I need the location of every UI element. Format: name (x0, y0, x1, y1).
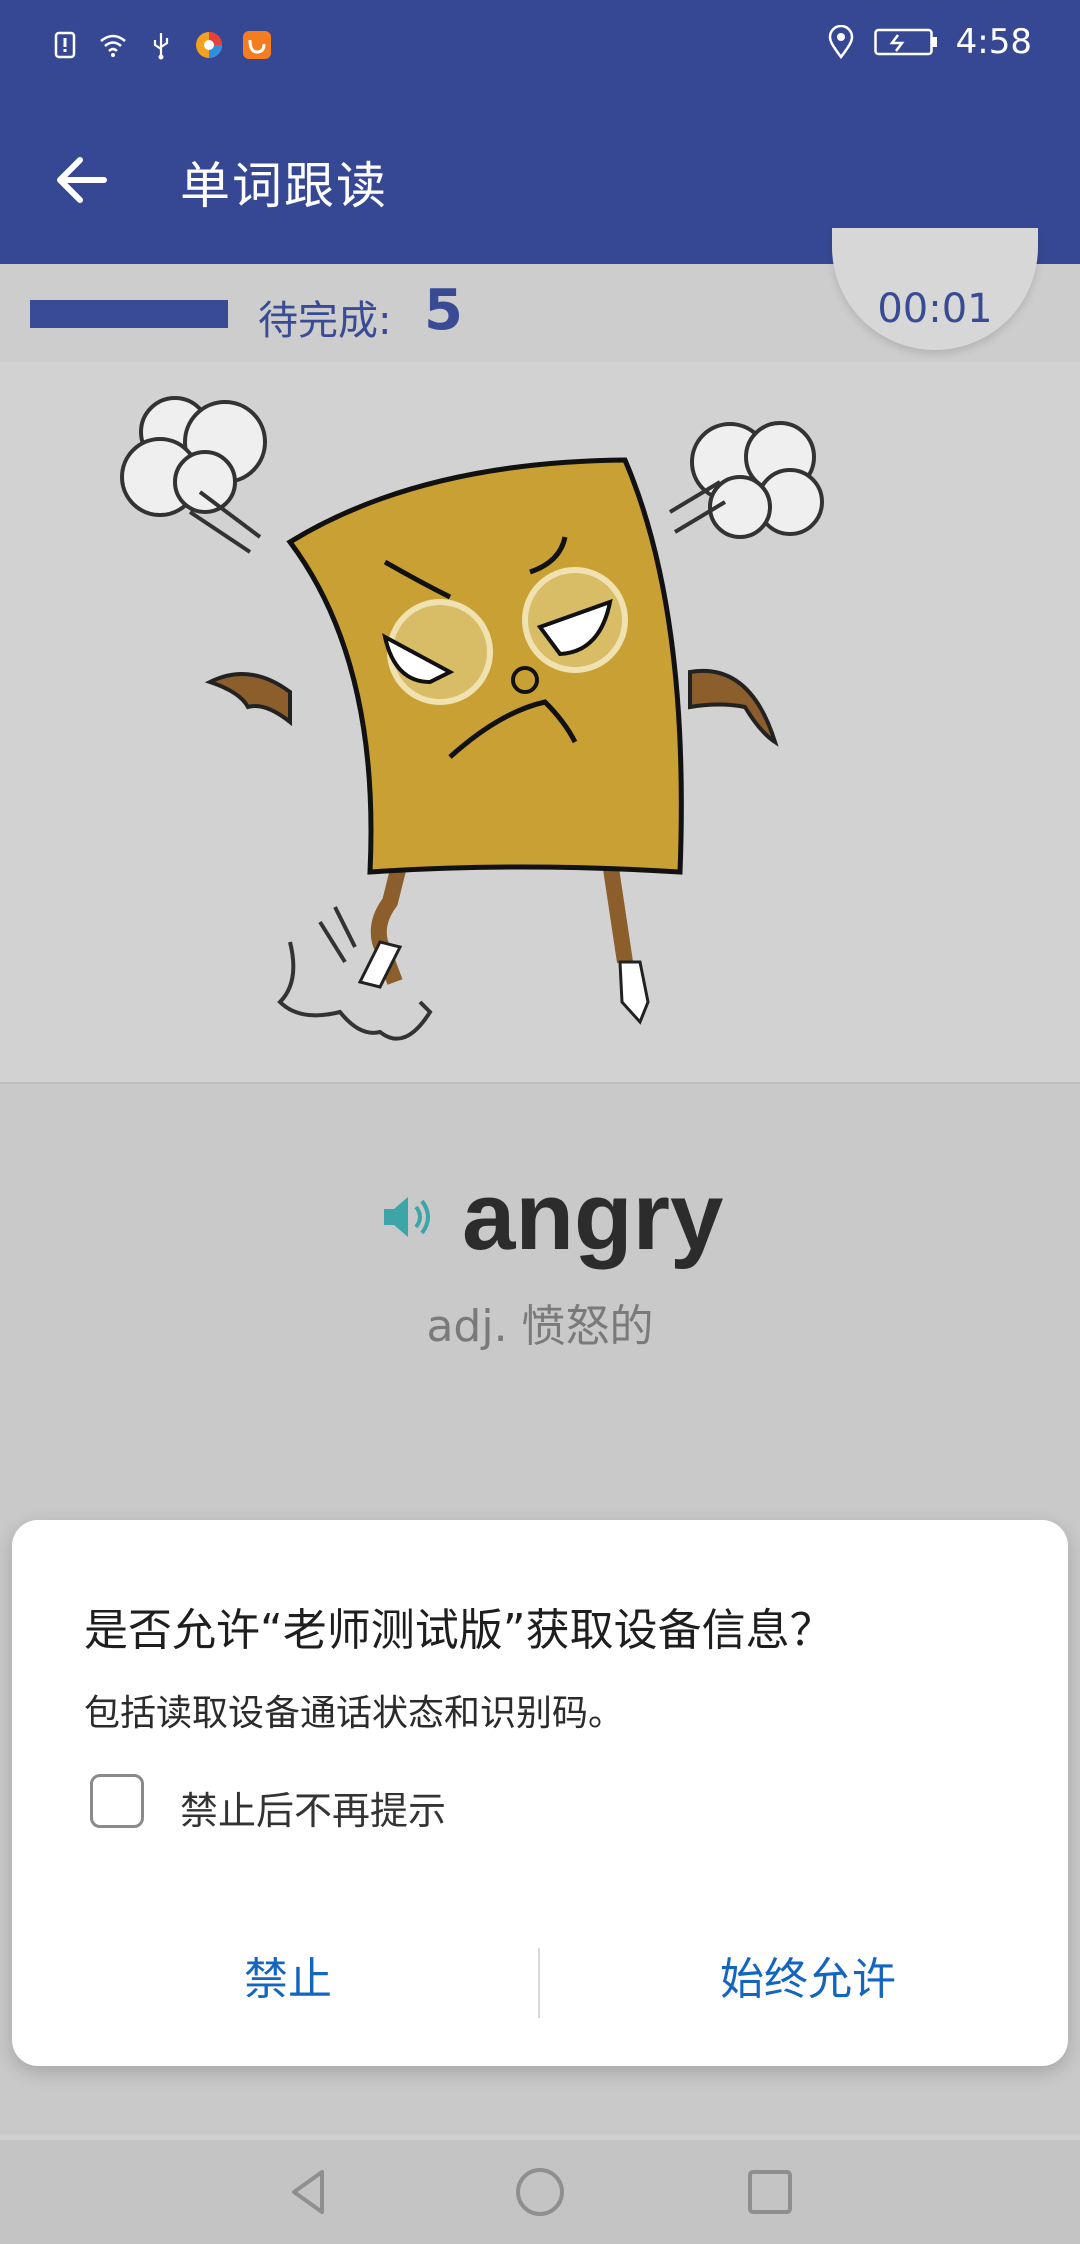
word-text: angry (462, 1163, 724, 1270)
button-divider (538, 1948, 540, 2018)
back-arrow-icon[interactable] (40, 138, 124, 222)
word-meaning: adj. 愤怒的 (426, 1301, 654, 1352)
status-right: 4:58 (826, 22, 1032, 62)
timer-bubble: 00:01 (832, 228, 1038, 350)
word-illustration (0, 362, 1080, 1082)
status-bar: 4:58 (0, 0, 1080, 96)
location-icon (828, 25, 853, 59)
progress-bar (30, 300, 228, 328)
always-allow-button[interactable]: 始终允许 (548, 1930, 1068, 2030)
wifi-icon (100, 34, 126, 57)
speaker-icon[interactable] (380, 1187, 440, 1247)
permission-dialog: 是否允许“老师测试版”获取设备信息？ 包括读取设备通话状态和识别码。 禁止后不再… (12, 1520, 1068, 2066)
deny-button[interactable]: 禁止 (28, 1930, 548, 2030)
dialog-title: 是否允许“老师测试版”获取设备信息？ (84, 1605, 834, 1656)
system-nav-bar (0, 2140, 1080, 2244)
browser-app-icon (196, 32, 222, 58)
dialog-subtitle: 包括读取设备通话状态和识别码。 (84, 1693, 625, 1734)
pending-count: 5 (424, 278, 463, 343)
uc-browser-icon (243, 31, 271, 59)
page-title: 单词跟读 (180, 157, 388, 215)
battery-icon (873, 28, 937, 56)
word-panel: angry adj. 愤怒的 (0, 1084, 1080, 1504)
dont-ask-checkbox[interactable] (90, 1774, 144, 1828)
alert-icon (54, 31, 76, 59)
dont-ask-label[interactable]: 禁止后不再提示 (180, 1780, 446, 1835)
nav-home-icon[interactable] (508, 2160, 572, 2224)
word-row: angry (380, 1162, 723, 1272)
status-time: 4:58 (955, 22, 1032, 62)
pending-label: 待完成: (258, 298, 392, 344)
timer-text: 00:01 (877, 286, 993, 332)
usb-icon (153, 33, 169, 60)
nav-recents-icon[interactable] (738, 2160, 802, 2224)
nav-back-icon[interactable] (278, 2160, 342, 2224)
status-left-icons (50, 30, 272, 60)
angry-character-image (120, 396, 824, 1041)
